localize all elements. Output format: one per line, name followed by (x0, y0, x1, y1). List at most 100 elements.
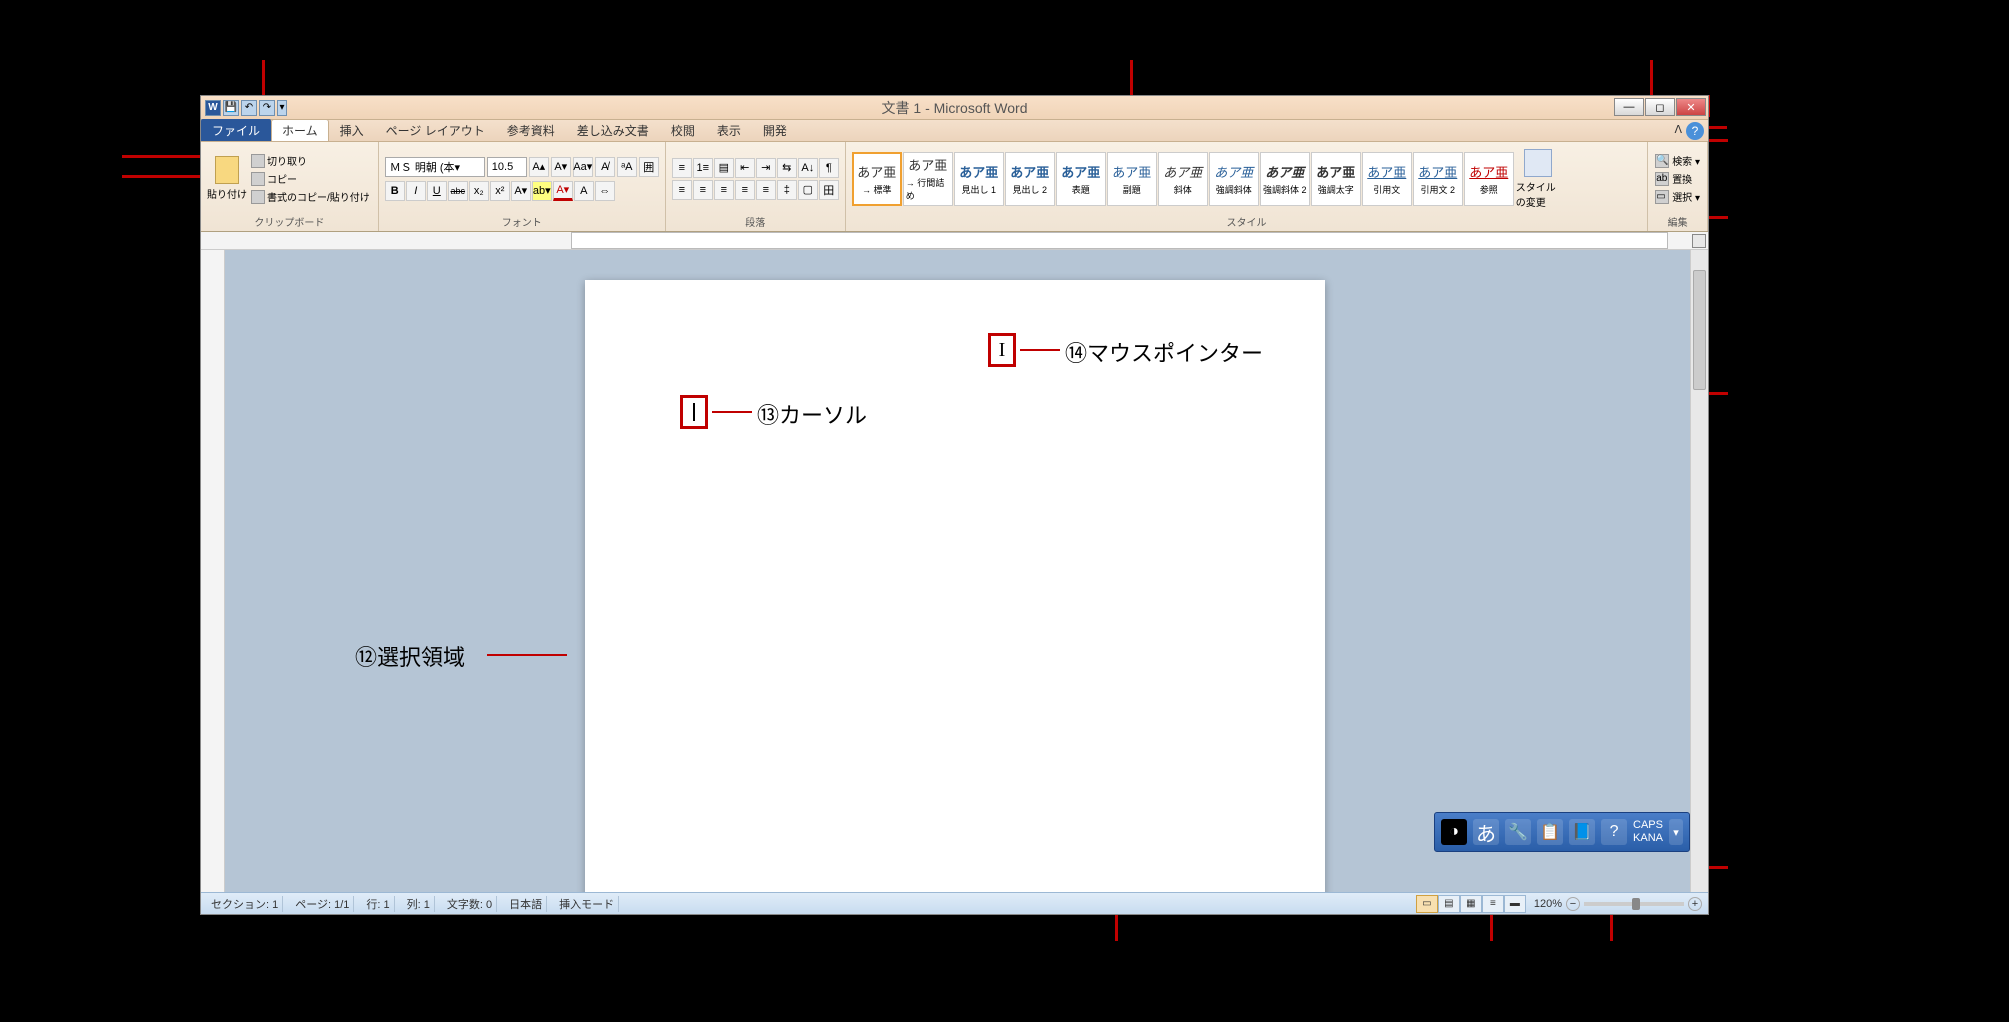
status-language[interactable]: 日本語 (505, 896, 547, 912)
find-button[interactable]: 🔍検索 ▾ (1654, 152, 1701, 169)
multilevel-button[interactable]: ▤ (714, 158, 734, 178)
style-item-11[interactable]: あア亜引用文 2 (1413, 152, 1463, 206)
shrink-font-button[interactable]: A▾ (551, 157, 571, 177)
style-item-10[interactable]: あア亜引用文 (1362, 152, 1412, 206)
ruby-button[interactable]: ᵃA (617, 157, 637, 177)
ime-language-bar[interactable]: ◑ あ 🔧 📋 📘 ? CAPS KANA ▾ (1434, 812, 1690, 852)
zoom-slider-thumb[interactable] (1632, 898, 1640, 910)
ime-mode-button[interactable]: あ (1473, 819, 1499, 845)
style-item-1[interactable]: あア亜→ 行間詰め (903, 152, 953, 206)
change-styles-button[interactable]: スタイルの変更 (1516, 149, 1561, 209)
subscript-button[interactable]: x₂ (469, 181, 489, 201)
superscript-button[interactable]: x² (490, 181, 510, 201)
shading-button[interactable]: ▢ (798, 180, 818, 200)
page[interactable]: ⑬カーソル I ⑭マウスポインター (585, 280, 1325, 892)
customize-qat-icon[interactable]: ▾ (277, 100, 287, 116)
redo-icon[interactable]: ↷ (259, 100, 275, 116)
style-item-3[interactable]: あア亜見出し 2 (1005, 152, 1055, 206)
replace-button[interactable]: ab置換 (1654, 170, 1701, 187)
status-col[interactable]: 列: 1 (403, 896, 435, 912)
style-item-6[interactable]: あア亜斜体 (1158, 152, 1208, 206)
line-spacing-button[interactable]: ‡ (777, 180, 797, 200)
increase-indent-button[interactable]: ⇥ (756, 158, 776, 178)
bold-button[interactable]: B (385, 181, 405, 201)
sort-button[interactable]: A↓ (798, 158, 818, 178)
status-page[interactable]: ページ: 1/1 (291, 896, 354, 912)
styles-gallery[interactable]: あア亜→ 標準あア亜→ 行間詰めあア亜見出し 1あア亜見出し 2あア亜表題あア亜… (852, 152, 1514, 206)
grow-font-button[interactable]: A▴ (529, 157, 549, 177)
view-web-button[interactable]: ▦ (1460, 895, 1482, 913)
style-item-12[interactable]: あア亜参照 (1464, 152, 1514, 206)
style-item-7[interactable]: あア亜強調斜体 (1209, 152, 1259, 206)
asian-layout-button[interactable]: ⇆ (777, 158, 797, 178)
view-fullscreen-button[interactable]: ▤ (1438, 895, 1460, 913)
underline-button[interactable]: U (427, 181, 447, 201)
align-right-button[interactable]: ≡ (714, 180, 734, 200)
view-outline-button[interactable]: ≡ (1482, 895, 1504, 913)
word-icon[interactable]: W (205, 100, 221, 116)
zoom-level[interactable]: 120% (1534, 898, 1562, 910)
style-item-2[interactable]: あア亜見出し 1 (954, 152, 1004, 206)
borders-button[interactable]: 田 (819, 180, 839, 200)
vertical-scrollbar[interactable] (1690, 250, 1708, 892)
tab-developer[interactable]: 開発 (752, 119, 798, 141)
decrease-indent-button[interactable]: ⇤ (735, 158, 755, 178)
tab-view[interactable]: 表示 (706, 119, 752, 141)
zoom-slider[interactable] (1584, 902, 1684, 906)
justify-button[interactable]: ≡ (735, 180, 755, 200)
style-item-9[interactable]: あア亜強調太字 (1311, 152, 1361, 206)
style-item-4[interactable]: あア亜表題 (1056, 152, 1106, 206)
paste-button[interactable]: 貼り付け (207, 149, 247, 209)
ruler-toggle-button[interactable] (1692, 234, 1706, 248)
view-print-layout-button[interactable]: ▭ (1416, 895, 1438, 913)
font-color-button[interactable]: A▾ (553, 181, 573, 201)
status-line[interactable]: 行: 1 (362, 896, 394, 912)
ime-logo-icon[interactable]: ◑ (1441, 819, 1467, 845)
cut-button[interactable]: 切り取り (249, 152, 372, 169)
horizontal-ruler[interactable] (201, 232, 1708, 250)
ime-options-icon[interactable]: ▾ (1669, 819, 1683, 845)
char-border-button[interactable]: 囲 (639, 157, 659, 177)
zoom-out-button[interactable]: − (1566, 897, 1580, 911)
format-painter-button[interactable]: 書式のコピー/貼り付け (249, 188, 372, 205)
tab-mailings[interactable]: 差し込み文書 (566, 119, 660, 141)
char-shading-button[interactable]: A (574, 181, 594, 201)
document-canvas[interactable]: ⑬カーソル I ⑭マウスポインター ⑫選択領域 (225, 250, 1690, 892)
show-marks-button[interactable]: ¶ (819, 158, 839, 178)
fit-text-button[interactable]: ⇔ (595, 181, 615, 201)
style-item-0[interactable]: あア亜→ 標準 (852, 152, 902, 206)
minimize-button[interactable]: — (1614, 98, 1644, 116)
ime-tool-icon[interactable]: 🔧 (1505, 819, 1531, 845)
save-icon[interactable]: 💾 (223, 100, 239, 116)
style-item-5[interactable]: あア亜副題 (1107, 152, 1157, 206)
strike-button[interactable]: abc (448, 181, 468, 201)
clear-format-button[interactable]: A̸ (595, 157, 615, 177)
ime-dict-icon[interactable]: 📘 (1569, 819, 1595, 845)
numbering-button[interactable]: 1≡ (693, 158, 713, 178)
align-left-button[interactable]: ≡ (672, 180, 692, 200)
tab-references[interactable]: 参考資料 (496, 119, 566, 141)
scrollbar-thumb[interactable] (1693, 270, 1706, 390)
tab-review[interactable]: 校閲 (660, 119, 706, 141)
italic-button[interactable]: I (406, 181, 426, 201)
ime-pad-icon[interactable]: 📋 (1537, 819, 1563, 845)
change-case-button[interactable]: Aa▾ (573, 157, 593, 177)
help-icon[interactable]: ? (1686, 122, 1704, 140)
vertical-ruler[interactable] (201, 250, 225, 892)
text-effects-button[interactable]: A▾ (511, 181, 531, 201)
ime-caps-kana[interactable]: CAPS KANA (1633, 819, 1663, 845)
font-size-select[interactable] (487, 157, 527, 177)
tab-file[interactable]: ファイル (201, 119, 271, 141)
tab-page-layout[interactable]: ページ レイアウト (375, 119, 496, 141)
maximize-button[interactable]: ◻ (1645, 98, 1675, 116)
close-button[interactable]: ✕ (1676, 98, 1706, 116)
tab-home[interactable]: ホーム (271, 119, 329, 141)
view-draft-button[interactable]: ▬ (1504, 895, 1526, 913)
style-item-8[interactable]: あア亜強調斜体 2 (1260, 152, 1310, 206)
zoom-in-button[interactable]: + (1688, 897, 1702, 911)
status-insert-mode[interactable]: 挿入モード (555, 896, 619, 912)
align-center-button[interactable]: ≡ (693, 180, 713, 200)
distribute-button[interactable]: ≡ (756, 180, 776, 200)
status-section[interactable]: セクション: 1 (207, 896, 283, 912)
undo-icon[interactable]: ↶ (241, 100, 257, 116)
